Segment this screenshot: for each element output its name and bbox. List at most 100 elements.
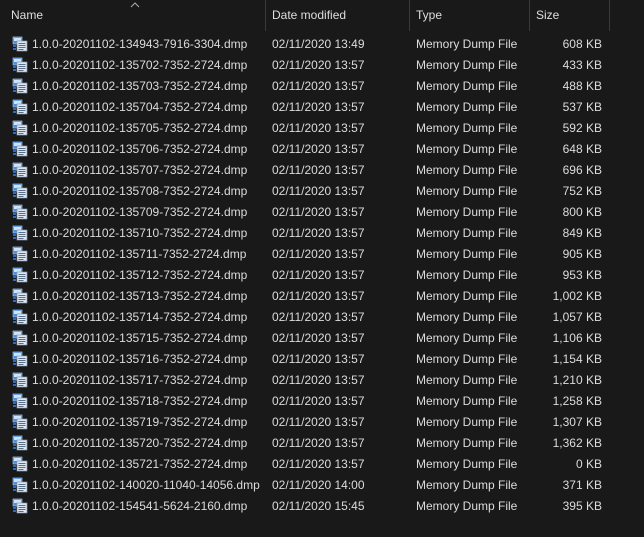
file-row[interactable]: 1.0.0-20201102-135705-7352-2724.dmp 02/1… xyxy=(0,118,644,139)
file-date-modified: 02/11/2020 13:57 xyxy=(272,142,365,156)
column-header-type[interactable]: Type xyxy=(410,0,530,31)
file-type: Memory Dump File xyxy=(416,100,518,114)
file-type: Memory Dump File xyxy=(416,79,518,93)
file-type: Memory Dump File xyxy=(416,184,518,198)
file-type: Memory Dump File xyxy=(416,394,518,408)
file-type: Memory Dump File xyxy=(416,352,518,366)
file-type: Memory Dump File xyxy=(416,268,518,282)
file-row[interactable]: 1.0.0-20201102-135715-7352-2724.dmp 02/1… xyxy=(0,328,644,349)
file-name: 1.0.0-20201102-135721-7352-2724.dmp xyxy=(32,457,248,471)
file-size: 905 KB xyxy=(562,247,602,261)
file-type: Memory Dump File xyxy=(416,457,518,471)
file-row[interactable]: 1.0.0-20201102-135711-7352-2724.dmp 02/1… xyxy=(0,244,644,265)
file-row[interactable]: 1.0.0-20201102-135707-7352-2724.dmp 02/1… xyxy=(0,160,644,181)
file-name: 1.0.0-20201102-135719-7352-2724.dmp xyxy=(32,415,248,429)
memory-dump-file-icon xyxy=(12,141,28,157)
column-header-name[interactable]: Name xyxy=(0,0,266,31)
file-size: 1,106 KB xyxy=(552,331,602,345)
file-row[interactable]: 1.0.0-20201102-135714-7352-2724.dmp 02/1… xyxy=(0,307,644,328)
chevron-up-icon xyxy=(130,0,140,10)
file-size: 1,210 KB xyxy=(552,373,602,387)
file-row[interactable]: 1.0.0-20201102-135721-7352-2724.dmp 02/1… xyxy=(0,454,644,475)
file-name: 1.0.0-20201102-134943-7916-3304.dmp xyxy=(32,37,248,51)
file-size: 752 KB xyxy=(562,184,602,198)
memory-dump-file-icon xyxy=(12,120,28,136)
memory-dump-file-icon xyxy=(12,477,28,493)
file-date-modified: 02/11/2020 13:57 xyxy=(272,373,365,387)
file-size: 1,057 KB xyxy=(552,310,602,324)
file-size: 395 KB xyxy=(562,499,602,513)
file-size: 0 KB xyxy=(575,457,602,471)
file-type: Memory Dump File xyxy=(416,373,518,387)
file-date-modified: 02/11/2020 13:57 xyxy=(272,268,365,282)
file-type: Memory Dump File xyxy=(416,58,518,72)
file-row[interactable]: 1.0.0-20201102-135709-7352-2724.dmp 02/1… xyxy=(0,202,644,223)
memory-dump-file-icon xyxy=(12,330,28,346)
file-date-modified: 02/11/2020 13:57 xyxy=(272,79,365,93)
file-name: 1.0.0-20201102-135714-7352-2724.dmp xyxy=(32,310,248,324)
file-row[interactable]: 1.0.0-20201102-154541-5624-2160.dmp 02/1… xyxy=(0,496,644,517)
file-row[interactable]: 1.0.0-20201102-140020-11040-14056.dmp 02… xyxy=(0,475,644,496)
memory-dump-file-icon xyxy=(12,288,28,304)
file-type: Memory Dump File xyxy=(416,436,518,450)
file-type: Memory Dump File xyxy=(416,205,518,219)
file-date-modified: 02/11/2020 13:57 xyxy=(272,58,365,72)
file-type: Memory Dump File xyxy=(416,499,518,513)
file-row[interactable]: 1.0.0-20201102-135717-7352-2724.dmp 02/1… xyxy=(0,370,644,391)
file-name: 1.0.0-20201102-135715-7352-2724.dmp xyxy=(32,331,248,345)
file-type: Memory Dump File xyxy=(416,226,518,240)
file-size: 800 KB xyxy=(562,205,602,219)
file-name: 1.0.0-20201102-135713-7352-2724.dmp xyxy=(32,289,248,303)
file-name: 1.0.0-20201102-135717-7352-2724.dmp xyxy=(32,373,248,387)
file-date-modified: 02/11/2020 13:57 xyxy=(272,457,365,471)
file-row[interactable]: 1.0.0-20201102-135720-7352-2724.dmp 02/1… xyxy=(0,433,644,454)
memory-dump-file-icon xyxy=(12,78,28,94)
memory-dump-file-icon xyxy=(12,204,28,220)
file-row[interactable]: 1.0.0-20201102-135712-7352-2724.dmp 02/1… xyxy=(0,265,644,286)
file-size: 1,258 KB xyxy=(552,394,602,408)
file-row[interactable]: 1.0.0-20201102-135719-7352-2724.dmp 02/1… xyxy=(0,412,644,433)
column-header-size[interactable]: Size xyxy=(530,0,610,31)
file-date-modified: 02/11/2020 13:57 xyxy=(272,100,365,114)
column-header-date-modified[interactable]: Date modified xyxy=(266,0,410,31)
file-date-modified: 02/11/2020 13:57 xyxy=(272,352,365,366)
file-list: 1.0.0-20201102-134943-7916-3304.dmp 02/1… xyxy=(0,34,644,517)
memory-dump-file-icon xyxy=(12,162,28,178)
file-size: 592 KB xyxy=(562,121,602,135)
file-type: Memory Dump File xyxy=(416,289,518,303)
file-row[interactable]: 1.0.0-20201102-135718-7352-2724.dmp 02/1… xyxy=(0,391,644,412)
file-date-modified: 02/11/2020 13:57 xyxy=(272,184,365,198)
memory-dump-file-icon xyxy=(12,99,28,115)
memory-dump-file-icon xyxy=(12,393,28,409)
file-row[interactable]: 1.0.0-20201102-135713-7352-2724.dmp 02/1… xyxy=(0,286,644,307)
file-size: 648 KB xyxy=(562,142,602,156)
memory-dump-file-icon xyxy=(12,57,28,73)
file-date-modified: 02/11/2020 13:57 xyxy=(272,289,365,303)
file-type: Memory Dump File xyxy=(416,310,518,324)
column-header-name-label: Name xyxy=(11,8,44,22)
file-date-modified: 02/11/2020 13:57 xyxy=(272,310,365,324)
file-size: 1,154 KB xyxy=(552,352,602,366)
file-row[interactable]: 1.0.0-20201102-135710-7352-2724.dmp 02/1… xyxy=(0,223,644,244)
file-name: 1.0.0-20201102-135720-7352-2724.dmp xyxy=(32,436,248,450)
file-row[interactable]: 1.0.0-20201102-135704-7352-2724.dmp 02/1… xyxy=(0,97,644,118)
file-date-modified: 02/11/2020 13:57 xyxy=(272,205,365,219)
file-name: 1.0.0-20201102-135705-7352-2724.dmp xyxy=(32,121,248,135)
column-header-bar: Name Date modified Type Size xyxy=(0,0,644,31)
file-row[interactable]: 1.0.0-20201102-135716-7352-2724.dmp 02/1… xyxy=(0,349,644,370)
file-size: 608 KB xyxy=(562,37,602,51)
file-type: Memory Dump File xyxy=(416,121,518,135)
file-date-modified: 02/11/2020 15:45 xyxy=(272,499,365,513)
memory-dump-file-icon xyxy=(12,246,28,262)
file-row[interactable]: 1.0.0-20201102-135706-7352-2724.dmp 02/1… xyxy=(0,139,644,160)
column-header-size-label: Size xyxy=(536,8,560,22)
file-name: 1.0.0-20201102-135718-7352-2724.dmp xyxy=(32,394,248,408)
file-row[interactable]: 1.0.0-20201102-135703-7352-2724.dmp 02/1… xyxy=(0,76,644,97)
file-row[interactable]: 1.0.0-20201102-135708-7352-2724.dmp 02/1… xyxy=(0,181,644,202)
file-type: Memory Dump File xyxy=(416,142,518,156)
memory-dump-file-icon xyxy=(12,309,28,325)
file-type: Memory Dump File xyxy=(416,163,518,177)
file-row[interactable]: 1.0.0-20201102-134943-7916-3304.dmp 02/1… xyxy=(0,34,644,55)
file-row[interactable]: 1.0.0-20201102-135702-7352-2724.dmp 02/1… xyxy=(0,55,644,76)
memory-dump-file-icon xyxy=(12,36,28,52)
